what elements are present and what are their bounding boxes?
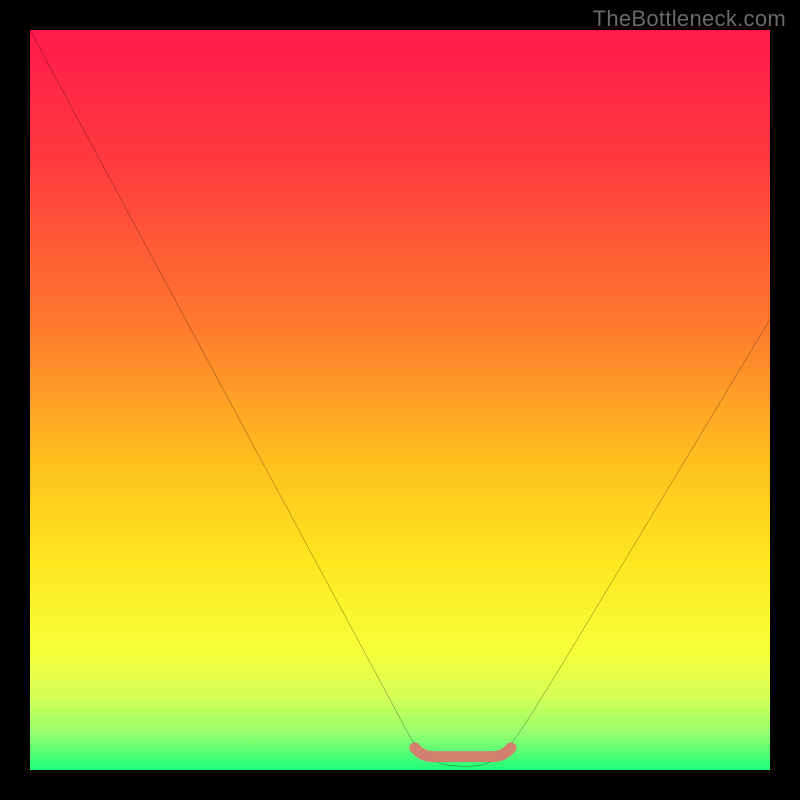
chart-frame: TheBottleneck.com <box>0 0 800 800</box>
watermark-text: TheBottleneck.com <box>593 6 786 32</box>
background-gradient <box>30 30 770 770</box>
plot-area <box>30 30 770 770</box>
